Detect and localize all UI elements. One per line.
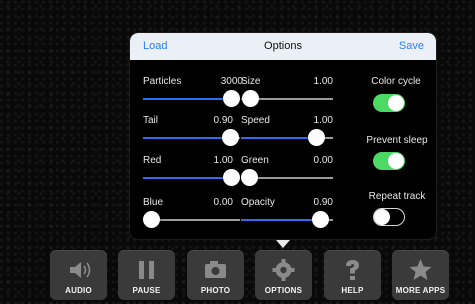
slider-label: Tail <box>143 115 159 126</box>
toggle-knob <box>388 95 404 111</box>
dialog-header: Load Options Save <box>130 33 436 60</box>
slider-tail[interactable]: Tail 0.90 <box>143 115 240 147</box>
pause-icon <box>139 261 154 279</box>
slider-value: 3000 <box>220 76 243 87</box>
toggle-label-repeat-track: Repeat track <box>368 191 426 202</box>
prevent-sleep-toggle[interactable] <box>373 152 405 170</box>
slider-fill <box>143 137 231 139</box>
slider-label: Opacity <box>241 197 275 208</box>
question-icon <box>346 260 359 280</box>
slider-fill <box>143 98 233 100</box>
toolbar-label: AUDIO <box>65 286 92 295</box>
slider-thumb[interactable] <box>308 129 326 146</box>
repeat-track-toggle[interactable] <box>373 208 405 226</box>
camera-icon <box>205 261 226 278</box>
slider-thumb[interactable] <box>241 169 258 186</box>
slider-value: 0.90 <box>213 115 233 126</box>
slider-value: 0.00 <box>313 155 333 166</box>
slider-label: Speed <box>241 115 270 126</box>
slider-opacity[interactable]: Opacity 0.90 <box>241 197 333 229</box>
options-dialog: Load Options Save Particles 3000 Size 1.… <box>130 33 436 239</box>
star-icon <box>409 259 432 280</box>
slider-label: Size <box>241 76 261 87</box>
slider-speed[interactable]: Speed 1.00 <box>241 115 333 147</box>
toolbar-label: PHOTO <box>200 286 231 295</box>
dialog-title: Options <box>264 40 302 52</box>
slider-thumb[interactable] <box>223 169 240 186</box>
toolbar-label: PAUSE <box>132 286 161 295</box>
slider-thumb[interactable] <box>312 211 330 228</box>
slider-thumb[interactable] <box>143 211 160 228</box>
slider-value: 1.00 <box>213 155 233 166</box>
color-cycle-toggle[interactable] <box>373 94 405 112</box>
options-button[interactable]: OPTIONS <box>255 250 312 300</box>
slider-particles[interactable]: Particles 3000 <box>143 76 243 108</box>
slider-fill <box>241 137 317 139</box>
save-button[interactable]: Save <box>399 40 424 52</box>
slider-value: 1.00 <box>313 115 333 126</box>
pause-button[interactable]: PAUSE <box>118 250 175 300</box>
toolbar-label: OPTIONS <box>264 286 303 295</box>
slider-red[interactable]: Red 1.00 <box>143 155 240 187</box>
slider-label: Red <box>143 155 162 166</box>
toggle-label-prevent-sleep: Prevent sleep <box>366 135 428 146</box>
toggle-knob <box>374 209 390 225</box>
speaker-icon <box>70 262 91 278</box>
slider-value: 0.90 <box>313 197 333 208</box>
slider-thumb[interactable] <box>222 129 240 146</box>
more-apps-button[interactable]: MORE APPS <box>392 250 449 300</box>
slider-blue[interactable]: Blue 0.00 <box>143 197 240 229</box>
toggle-label-color-cycle: Color cycle <box>371 76 421 87</box>
toolbar-label: MORE APPS <box>395 286 446 295</box>
photo-button[interactable]: PHOTO <box>187 250 244 300</box>
help-button[interactable]: HELP <box>324 250 381 300</box>
audio-button[interactable]: AUDIO <box>50 250 107 300</box>
slider-size[interactable]: Size 1.00 <box>241 76 333 108</box>
toggle-knob <box>388 153 404 169</box>
toolbar-label: HELP <box>341 286 364 295</box>
slider-thumb[interactable] <box>242 90 260 107</box>
slider-label: Blue <box>143 197 164 208</box>
gear-icon <box>272 259 295 281</box>
slider-value: 0.00 <box>213 197 233 208</box>
slider-fill <box>241 219 321 221</box>
slider-thumb[interactable] <box>223 90 240 107</box>
popover-arrow <box>276 240 290 248</box>
slider-green[interactable]: Green 0.00 <box>241 155 333 187</box>
slider-label: Green <box>241 155 269 166</box>
slider-value: 1.00 <box>313 76 333 87</box>
slider-label: Particles <box>143 76 182 87</box>
